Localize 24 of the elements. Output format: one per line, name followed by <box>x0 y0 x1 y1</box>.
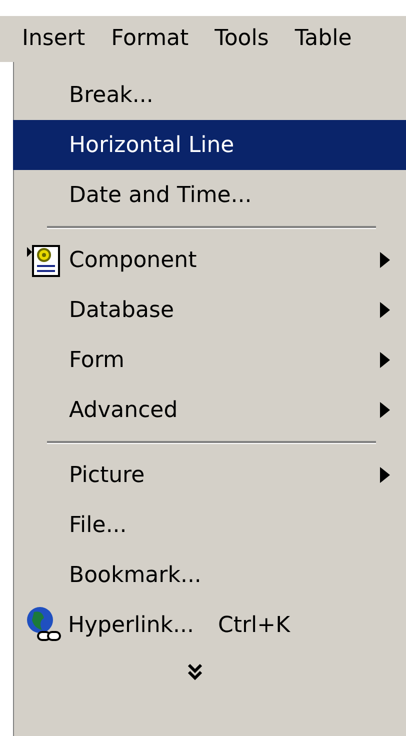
menu-item[interactable]: File... <box>13 500 406 550</box>
submenu-arrow-icon <box>380 252 390 268</box>
submenu-arrow-icon <box>380 352 390 368</box>
document-gear-icon <box>27 243 61 277</box>
globe-chain-icon <box>24 606 62 644</box>
submenu-arrow-icon <box>380 467 390 483</box>
menu-bar-item[interactable]: Format <box>97 20 201 58</box>
shortcut-text: Ctrl+K <box>218 612 290 638</box>
menu-bar-item[interactable]: Insert <box>10 22 96 56</box>
menu-item[interactable]: Component <box>13 235 406 285</box>
menu-bar-item[interactable]: Table <box>280 20 364 58</box>
menu-item[interactable]: Database <box>13 285 406 335</box>
menu-item[interactable]: Form <box>13 335 406 385</box>
menu-item[interactable]: Picture <box>13 450 406 500</box>
menu-item[interactable]: Date and Time... <box>13 170 406 220</box>
menu-bar-item[interactable]: Tools <box>200 20 281 58</box>
menu-item[interactable]: Horizontal Line <box>13 120 406 170</box>
submenu-arrow-icon <box>380 302 390 318</box>
double-chevron-icon[interactable] <box>188 663 202 681</box>
menu-item[interactable]: Break... <box>13 70 406 120</box>
submenu-arrow-icon <box>380 402 390 418</box>
menu-item[interactable]: Bookmark... <box>13 550 406 600</box>
menu-item[interactable]: Advanced <box>13 385 406 435</box>
menu-item[interactable]: Hyperlink... Ctrl+K <box>13 600 406 650</box>
